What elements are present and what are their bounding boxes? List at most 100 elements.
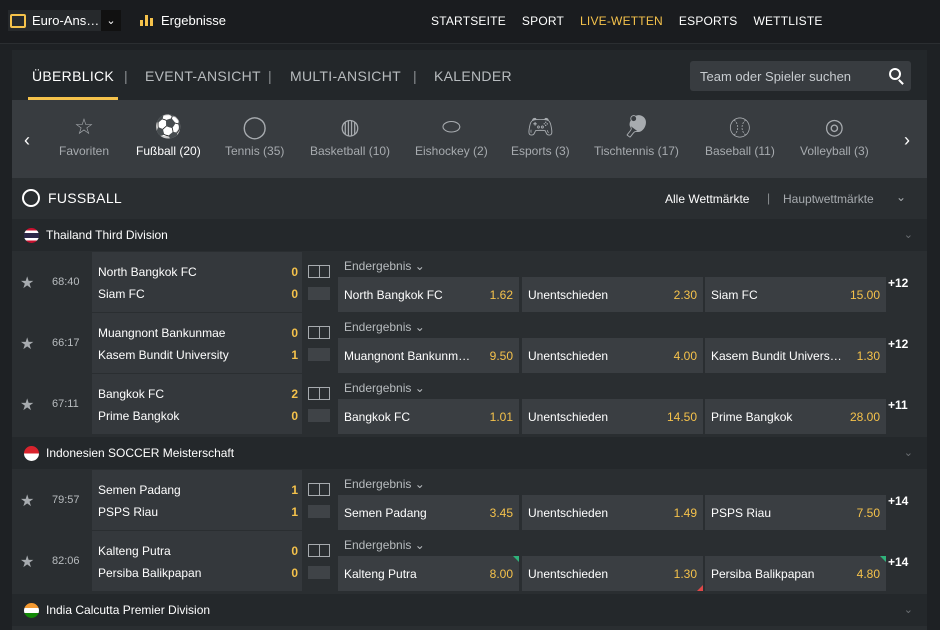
sport-favoriten[interactable]: ☆ Favoriten: [59, 114, 109, 158]
odd-away[interactable]: Kasem Bundit Univers… 1.30: [705, 338, 886, 373]
chevron-left-icon[interactable]: ‹: [24, 130, 30, 151]
odd-draw[interactable]: Unentschieden 14.50: [522, 399, 703, 434]
tab-kalender[interactable]: KALENDER: [434, 68, 512, 84]
section-header: FUSSBALL Alle Wettmärkte | Hauptwettmärk…: [12, 178, 927, 218]
chevron-down-icon[interactable]: ⌄: [101, 10, 121, 31]
nav-wettliste[interactable]: WETTLISTE: [753, 14, 822, 28]
league-header[interactable]: Indonesien SOCCER Meisterschaft ⌄: [12, 437, 927, 469]
odds-format-select[interactable]: Euro-Ans… ⌄: [8, 10, 121, 31]
flag-india-icon: [24, 602, 39, 618]
pitch-icon[interactable]: [308, 326, 330, 339]
sport-esports[interactable]: 🎮︎ Esports (3): [511, 114, 570, 158]
stats-placeholder: [308, 505, 330, 518]
stats-placeholder: [308, 287, 330, 300]
home-team: Bangkok FC: [98, 387, 165, 401]
bar-chart-icon: [140, 15, 153, 26]
match-teams[interactable]: Bangkok FC 2 Prime Bangkok 0: [92, 374, 302, 434]
nav-sport[interactable]: SPORT: [522, 14, 564, 28]
more-markets-button[interactable]: +11: [888, 398, 908, 412]
hockey-puck-icon: ⬭: [441, 114, 461, 139]
league-header[interactable]: India Calcutta Premier Division ⌄: [12, 594, 927, 626]
results-link[interactable]: Ergebnisse: [140, 13, 226, 28]
odds-up-icon: [880, 556, 886, 562]
sport-volleyball[interactable]: ◎ Volleyball (3): [800, 114, 869, 158]
market-label[interactable]: Endergebnis ⌄: [344, 259, 425, 273]
star-icon: ☆: [74, 114, 94, 139]
market-label[interactable]: Endergebnis ⌄: [344, 381, 425, 395]
more-markets-button[interactable]: +12: [888, 337, 908, 351]
sport-baseball[interactable]: ⚾︎ Baseball (11): [705, 115, 775, 158]
match-row: ★ 79:57 Semen Padang 1 PSPS Riau 1 Ender…: [12, 470, 927, 531]
tab-ueberblick[interactable]: ÜBERBLICK: [27, 68, 119, 100]
star-icon[interactable]: ★: [20, 334, 34, 354]
star-icon[interactable]: ★: [20, 491, 34, 511]
tab-separator: |: [268, 68, 272, 84]
odds-down-icon: [697, 585, 703, 591]
stats-placeholder: [308, 566, 330, 579]
market-label[interactable]: Endergebnis ⌄: [344, 538, 425, 552]
pitch-icon[interactable]: [308, 265, 330, 278]
tab-event-ansicht[interactable]: EVENT-ANSICHT: [145, 68, 261, 84]
odd-home[interactable]: Muangnont Bankunm… 9.50: [338, 338, 519, 373]
away-team: PSPS Riau: [98, 505, 159, 519]
search-placeholder: Team oder Spieler suchen: [700, 68, 852, 84]
pitch-icon[interactable]: [308, 544, 330, 557]
search-icon[interactable]: [889, 68, 901, 80]
star-icon[interactable]: ★: [20, 552, 34, 572]
sport-tischtennis[interactable]: 🏓︎ Tischtennis (17): [594, 114, 679, 158]
more-markets-button[interactable]: +14: [888, 494, 908, 508]
star-icon[interactable]: ★: [20, 273, 34, 293]
nav-live-wetten[interactable]: LIVE-WETTEN: [580, 14, 663, 28]
chevron-right-icon[interactable]: ›: [904, 130, 910, 151]
odd-away[interactable]: PSPS Riau 7.50: [705, 495, 886, 530]
main-nav: STARTSEITE SPORT LIVE-WETTEN ESPORTS WET…: [431, 14, 823, 28]
odd-away[interactable]: Prime Bangkok 28.00: [705, 399, 886, 434]
more-markets-button[interactable]: +14: [888, 555, 908, 569]
away-score: 1: [291, 505, 298, 519]
top-bar: Euro-Ans… ⌄ Ergebnisse STARTSEITE SPORT …: [0, 0, 940, 44]
tab-separator: |: [413, 68, 417, 84]
pitch-icon[interactable]: [308, 387, 330, 400]
match-time: 82:06: [52, 555, 80, 567]
all-markets-toggle[interactable]: Alle Wettmärkte: [665, 192, 749, 206]
odd-draw[interactable]: Unentschieden 4.00: [522, 338, 703, 373]
sport-eishockey[interactable]: ⬭ Eishockey (2): [415, 114, 488, 158]
match-row: ★ 66:17 Muangnont Bankunmae 0 Kasem Bund…: [12, 313, 927, 374]
chevron-down-icon[interactable]: ⌄: [904, 446, 913, 459]
match-teams[interactable]: North Bangkok FC 0 Siam FC 0: [92, 252, 302, 312]
match-teams[interactable]: Semen Padang 1 PSPS Riau 1: [92, 470, 302, 530]
star-icon[interactable]: ★: [20, 395, 34, 415]
sport-basketball[interactable]: ◍ Basketball (10): [310, 114, 390, 158]
league-header[interactable]: Thailand Third Division ⌄: [12, 219, 927, 251]
match-time: 79:57: [52, 494, 80, 506]
pitch-icon[interactable]: [308, 483, 330, 496]
away-score: 0: [291, 409, 298, 423]
chevron-down-icon[interactable]: ⌄: [896, 190, 906, 204]
tab-multi-ansicht[interactable]: MULTI-ANSICHT: [290, 68, 401, 84]
odd-draw[interactable]: Unentschieden 1.49: [522, 495, 703, 530]
odd-away[interactable]: Persiba Balikpapan 4.80: [705, 556, 886, 591]
odd-draw[interactable]: Unentschieden 2.30: [522, 277, 703, 312]
sport-fussball[interactable]: ⚽ Fußball (20): [136, 114, 201, 158]
match-time: 68:40: [52, 276, 80, 288]
market-label[interactable]: Endergebnis ⌄: [344, 320, 425, 334]
odd-draw[interactable]: Unentschieden 1.30: [522, 556, 703, 591]
nav-esports[interactable]: ESPORTS: [679, 14, 738, 28]
odd-home[interactable]: North Bangkok FC 1.62: [338, 277, 519, 312]
market-label[interactable]: Endergebnis ⌄: [344, 477, 425, 491]
chevron-down-icon[interactable]: ⌄: [904, 603, 913, 616]
odd-home[interactable]: Bangkok FC 1.01: [338, 399, 519, 434]
search-input[interactable]: Team oder Spieler suchen: [690, 61, 911, 91]
nav-startseite[interactable]: STARTSEITE: [431, 14, 506, 28]
match-time: 66:17: [52, 337, 80, 349]
sport-tennis[interactable]: ◯ Tennis (35): [225, 114, 284, 158]
odd-home[interactable]: Kalteng Putra 8.00: [338, 556, 519, 591]
more-markets-button[interactable]: +12: [888, 276, 908, 290]
league-name: India Calcutta Premier Division: [46, 603, 211, 617]
match-teams[interactable]: Kalteng Putra 0 Persiba Balikpapan 0: [92, 531, 302, 591]
odd-home[interactable]: Semen Padang 3.45: [338, 495, 519, 530]
main-markets-toggle[interactable]: Hauptwettmärkte: [783, 192, 874, 206]
odd-away[interactable]: Siam FC 15.00: [705, 277, 886, 312]
match-teams[interactable]: Muangnont Bankunmae 0 Kasem Bundit Unive…: [92, 313, 302, 373]
chevron-down-icon[interactable]: ⌄: [904, 228, 913, 241]
